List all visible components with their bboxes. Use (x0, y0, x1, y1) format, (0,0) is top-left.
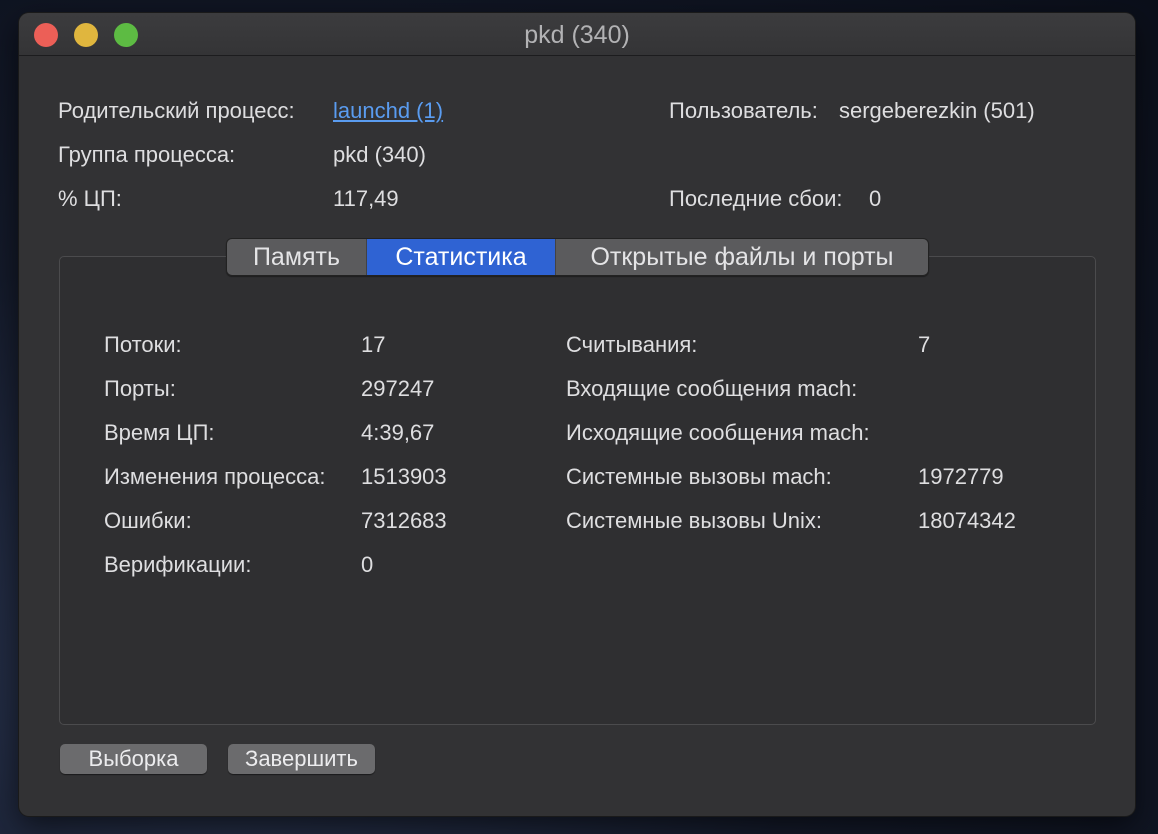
process-info-window: pkd (340) Родительский процесс: launchd … (19, 13, 1135, 816)
mach-syscalls-value: 1972779 (918, 464, 1004, 489)
parent-process-label: Родительский процесс: (58, 98, 295, 123)
tab-memory[interactable]: Память (227, 239, 367, 275)
tab-content-panel (59, 256, 1096, 725)
process-group-value: pkd (340) (333, 142, 426, 167)
ports-label: Порты: (104, 376, 176, 401)
window-title: pkd (340) (524, 21, 630, 49)
process-group-label: Группа процесса: (58, 142, 236, 167)
quit-process-button[interactable]: Завершить (228, 744, 375, 774)
recent-crashes-value: 0 (869, 186, 882, 211)
tab-bar: Память Статистика Открытые файлы и порты (226, 238, 929, 276)
user-label: Пользователь: (669, 98, 818, 123)
threads-value: 17 (361, 332, 386, 357)
ports-value: 297247 (361, 376, 435, 401)
faults-value: 7312683 (361, 508, 447, 533)
cpu-time-label: Время ЦП: (104, 420, 215, 445)
cpu-percent-label: % ЦП: (58, 186, 122, 211)
pageins-label: Верификации: (104, 552, 252, 577)
threads-label: Потоки: (104, 332, 182, 357)
mach-messages-in-label: Входящие сообщения mach: (566, 376, 858, 401)
titlebar[interactable]: pkd (340) (19, 13, 1135, 56)
reads-label: Считывания: (566, 332, 698, 357)
reads-value: 7 (918, 332, 931, 357)
context-switches-value: 1513903 (361, 464, 447, 489)
user-value: sergeberezkin (501) (839, 98, 1035, 123)
sample-button[interactable]: Выборка (60, 744, 207, 774)
context-switches-label: Изменения процесса: (104, 464, 326, 489)
parent-process-link[interactable]: launchd (1) (333, 98, 443, 124)
cpu-percent-value: 117,49 (333, 186, 399, 211)
pageins-value: 0 (361, 552, 374, 577)
unix-syscalls-value: 18074342 (918, 508, 1016, 533)
cpu-time-value: 4:39,67 (361, 420, 435, 445)
recent-crashes-label: Последние сбои: (669, 186, 843, 211)
unix-syscalls-label: Системные вызовы Unix: (566, 508, 822, 533)
mach-messages-out-label: Исходящие сообщения mach: (566, 420, 870, 445)
faults-label: Ошибки: (104, 508, 192, 533)
tab-open-files-ports[interactable]: Открытые файлы и порты (556, 239, 928, 275)
tab-statistics[interactable]: Статистика (367, 239, 556, 275)
mach-syscalls-label: Системные вызовы mach: (566, 464, 832, 489)
